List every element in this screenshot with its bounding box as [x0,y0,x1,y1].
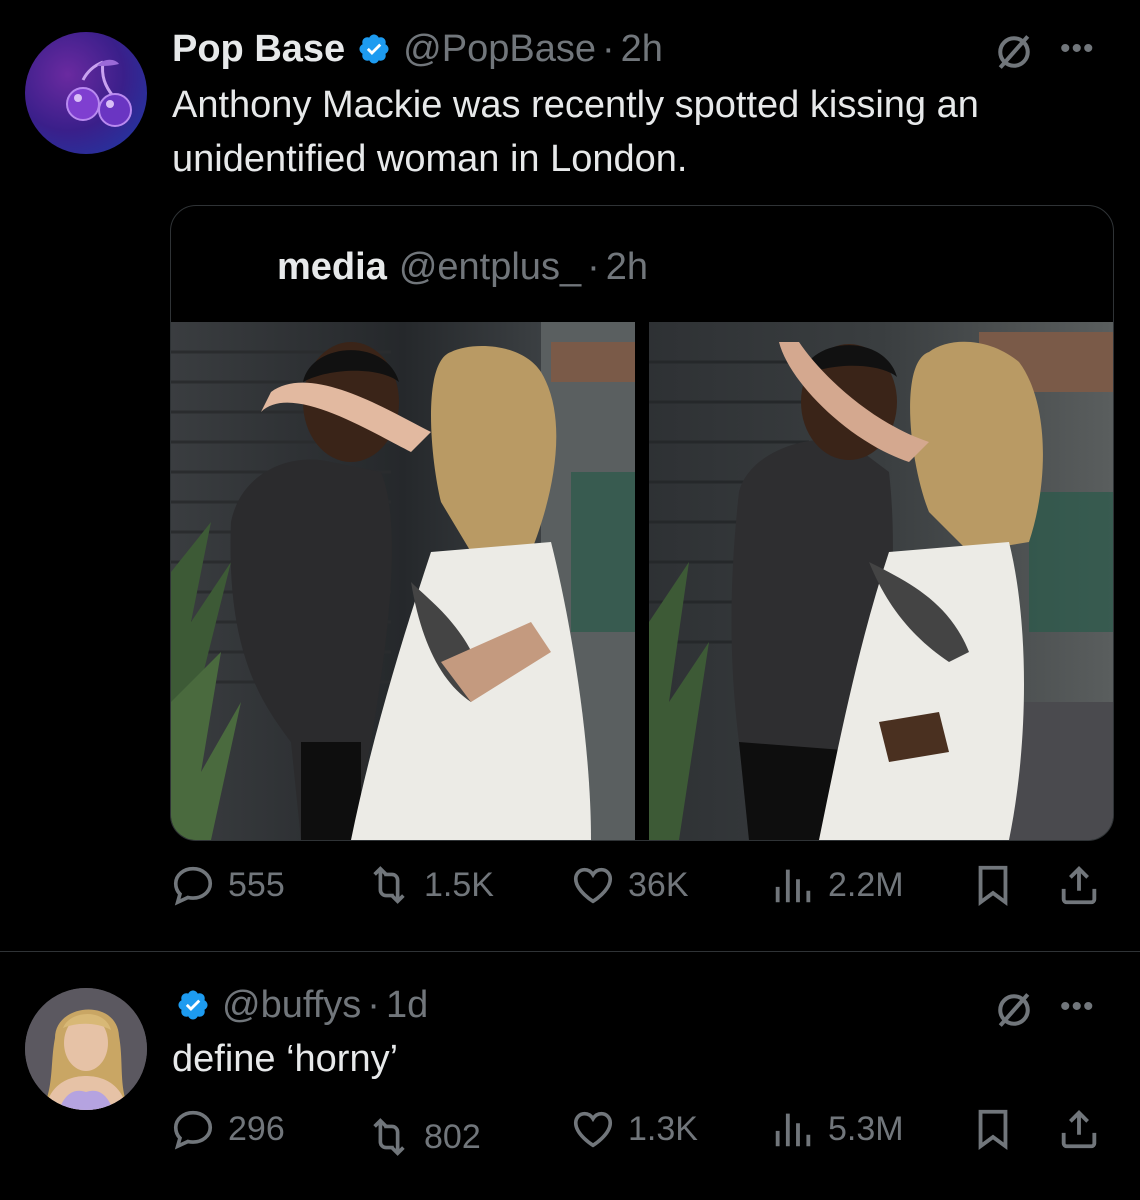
timestamp[interactable]: 1d [386,984,428,1027]
like-count: 1.3K [628,1109,698,1148]
like-button[interactable]: 36K [570,862,689,908]
verified-badge-icon[interactable] [176,988,210,1022]
heart-icon [570,862,616,908]
reply-button[interactable]: 555 [170,862,285,908]
separator-dot: · [587,246,600,288]
tweet-text: Anthony Mackie was recently spotted kiss… [172,78,979,186]
separator-dot: · [367,983,380,1026]
grok-icon[interactable] [992,30,1036,74]
bookmark-button[interactable] [970,1106,1028,1152]
verified-badge-icon[interactable] [357,32,391,66]
timestamp[interactable]: 2h [621,28,663,71]
media-photo-2[interactable] [649,322,1113,840]
bookmark-icon [970,1106,1016,1152]
grok-icon[interactable] [992,988,1036,1032]
heart-icon [570,1106,616,1152]
photo-2-image [649,322,1113,840]
share-button[interactable] [1056,1106,1114,1152]
tweet-header: @buffys · 1d [172,980,428,1030]
tweet-actions: 555 1.5K 36K 2.2M [170,862,1110,912]
reply-button[interactable]: 296 [170,1106,285,1152]
reply-icon [170,862,216,908]
display-name[interactable]: Pop Base [172,28,345,71]
views-button[interactable]: 5.3M [770,1106,904,1152]
reply-count: 555 [228,865,285,904]
views-count: 2.2M [828,865,904,904]
avatar[interactable] [25,988,147,1110]
photo-1-image [171,322,635,840]
tweet-text-line: unidentified woman in London. [172,138,688,180]
tweet-buffys[interactable]: @buffys · 1d ••• define ‘horny’ 296 802 … [0,952,1140,1200]
avatar[interactable] [25,32,147,154]
share-icon [1056,1106,1102,1152]
profile-photo-icon [25,988,147,1110]
views-icon [770,1106,816,1152]
quoted-tweet-header: media @entplus_ · 2h [277,246,648,289]
quoted-display-name: media [277,246,387,288]
share-button[interactable] [1056,862,1114,908]
reply-icon [170,1106,216,1152]
reply-count: 296 [228,1109,285,1148]
tweet-header: Pop Base @PopBase · 2h [172,24,663,74]
views-button[interactable]: 2.2M [770,862,904,908]
tweet-popbase[interactable]: Pop Base @PopBase · 2h ••• Anthony Macki… [0,0,1140,950]
more-options-icon[interactable]: ••• [1060,32,1095,66]
handle[interactable]: @buffys [222,984,361,1027]
quoted-tweet[interactable]: media @entplus_ · 2h [170,205,1114,841]
tweet-actions: 296 802 1.3K 5.3M [170,1106,1110,1156]
repost-icon [366,862,412,908]
tweet-text-line: Anthony Mackie was recently spotted kiss… [172,84,979,126]
repost-count: 802 [424,1117,481,1156]
handle[interactable]: @PopBase [403,28,596,71]
cherry-icon [66,59,132,127]
repost-button[interactable]: 802 [366,1114,481,1160]
more-options-icon[interactable]: ••• [1060,990,1095,1024]
separator-dot: · [601,27,615,70]
bookmark-button[interactable] [970,862,1028,908]
views-icon [770,862,816,908]
media-photo-1[interactable] [171,322,635,840]
repost-count: 1.5K [424,865,494,904]
tweet-text: define ‘horny’ [172,1038,399,1080]
views-count: 5.3M [828,1109,904,1148]
share-icon [1056,862,1102,908]
repost-icon [366,1114,412,1160]
repost-button[interactable]: 1.5K [366,862,494,908]
bookmark-icon [970,862,1016,908]
like-button[interactable]: 1.3K [570,1106,698,1152]
quoted-handle: @entplus_ [398,246,582,288]
like-count: 36K [628,865,689,904]
quoted-timestamp: 2h [605,246,649,288]
